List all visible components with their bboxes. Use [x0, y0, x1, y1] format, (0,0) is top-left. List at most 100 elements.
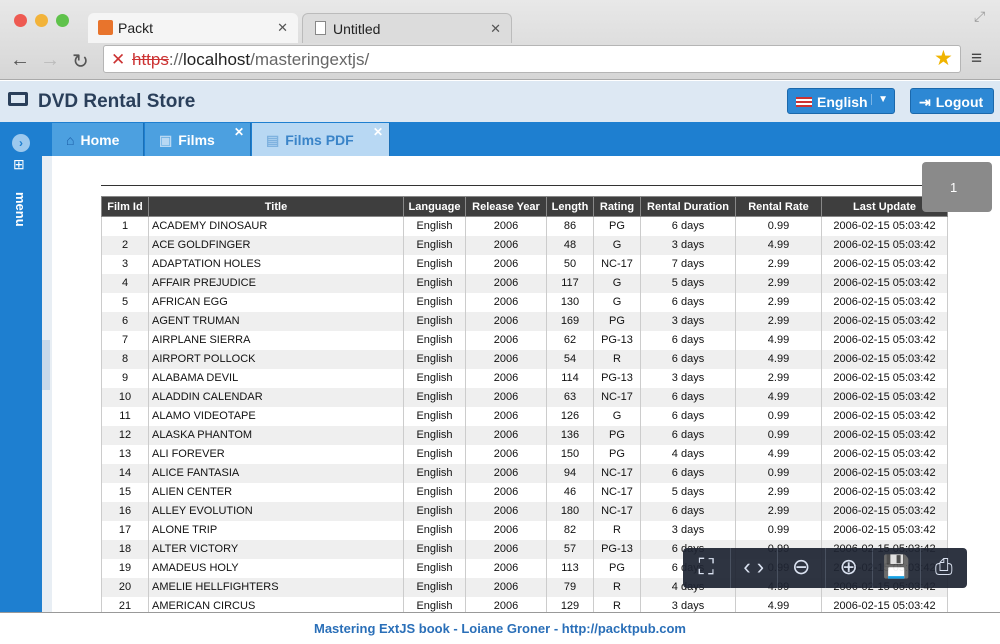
close-tab-icon[interactable]: ✕ [490, 21, 501, 37]
table-cell: G [593, 292, 641, 312]
table-row: 16 ALLEY EVOLUTION English 2006 180 NC-17 6 da… [101, 501, 948, 521]
close-tab-icon[interactable]: ✕ [234, 125, 244, 139]
table-cell: PG-13 [593, 368, 641, 388]
fit-width-icon[interactable]: ‹ › [731, 548, 778, 588]
table-cell: PG-13 [593, 330, 641, 350]
table-cell: R [593, 577, 641, 597]
zoom-in-icon[interactable]: ⊕ [826, 548, 873, 588]
table-row: 2 ACE GOLDFINGER English 2006 48 G 3 days 4.99 2… [101, 235, 948, 255]
table-cell: 2006-02-15 05:03:42 [821, 273, 948, 293]
language-button[interactable]: English ▼ [787, 88, 895, 114]
back-icon[interactable]: ← [10, 49, 30, 72]
table-cell: English [403, 558, 466, 578]
table-cell: 7 days [640, 254, 736, 274]
column-header: Rating [593, 196, 641, 217]
table-cell: AFRICAN EGG [148, 292, 404, 312]
table-cell: ALASKA PHANTOM [148, 425, 404, 445]
insecure-lock-icon: ✕ [111, 50, 126, 69]
table-cell: 2006 [465, 482, 547, 502]
home-icon: ⌂ [66, 132, 75, 148]
table-cell: R [593, 520, 641, 540]
table-cell: 129 [546, 596, 594, 612]
table-cell: G [593, 273, 641, 293]
save-icon[interactable]: 💾 [873, 548, 921, 588]
table-cell: 6 [101, 311, 149, 331]
table-cell: 19 [101, 558, 149, 578]
table-cell: AIRPORT POLLOCK [148, 349, 404, 369]
table-cell: ALONE TRIP [148, 520, 404, 540]
table-cell: English [403, 539, 466, 559]
table-cell: 2006 [465, 387, 547, 407]
url-sep: :// [168, 50, 184, 69]
table-cell: English [403, 368, 466, 388]
table-cell: 2006-02-15 05:03:42 [821, 406, 948, 426]
table-cell: 2.99 [735, 311, 822, 331]
table-cell: 2006 [465, 368, 547, 388]
table-cell: 2006-02-15 05:03:42 [821, 387, 948, 407]
close-tab-icon[interactable]: ✕ [277, 20, 288, 36]
print-icon[interactable]: ⎙ [921, 548, 968, 588]
table-cell: English [403, 406, 466, 426]
table-cell: ALIEN CENTER [148, 482, 404, 502]
table-cell: English [403, 596, 466, 612]
tab-films[interactable]: ▣ Films ✕ [145, 123, 251, 156]
logout-button[interactable]: ⇥ Logout [910, 88, 994, 114]
table-row: 13 ALI FOREVER English 2006 150 PG 4 days 4.99 2… [101, 444, 948, 464]
logout-icon: ⇥ [919, 94, 931, 110]
page-number: 1 [950, 180, 958, 195]
table-cell: 2006-02-15 05:03:42 [821, 368, 948, 388]
table-cell: AMERICAN CIRCUS [148, 596, 404, 612]
zoom-out-icon[interactable]: ⊖ [778, 548, 826, 588]
table-row: 6 AGENT TRUMAN English 2006 169 PG 3 days 2.99 2… [101, 311, 948, 331]
table-cell: 2006-02-15 05:03:42 [821, 311, 948, 331]
table-cell: ALTER VICTORY [148, 539, 404, 559]
bookmark-star-icon[interactable]: ★ [934, 46, 953, 71]
logout-label: Logout [935, 94, 984, 110]
fit-page-icon[interactable]: ⛶ [683, 548, 731, 588]
table-row: 8 AIRPORT POLLOCK English 2006 54 R 6 days 4.99… [101, 349, 948, 369]
page-icon [315, 21, 326, 35]
table-cell: 14 [101, 463, 149, 483]
browser-tab-untitled[interactable]: Untitled ✕ [302, 13, 512, 43]
forward-icon[interactable]: → [40, 49, 60, 72]
reload-icon[interactable]: ↻ [72, 49, 89, 74]
table-cell: 150 [546, 444, 594, 464]
table-cell: English [403, 444, 466, 464]
fullscreen-icon[interactable]: ⤢ [974, 8, 985, 25]
table-cell: AMADEUS HOLY [148, 558, 404, 578]
table-cell: English [403, 577, 466, 597]
url-host: localhost [183, 50, 251, 69]
table-cell: 2006-02-15 05:03:42 [821, 501, 948, 521]
table-cell: English [403, 216, 466, 236]
close-tab-icon[interactable]: ✕ [373, 125, 383, 139]
tab-films-pdf[interactable]: ▤ Films PDF ✕ [252, 123, 390, 156]
table-cell: 2006-02-15 05:03:42 [821, 463, 948, 483]
pdf-toolbar: ⛶ ‹ › ⊖ ⊕ 💾 ⎙ [683, 548, 967, 588]
zoom-window-button[interactable] [56, 14, 69, 27]
tab-home[interactable]: ⌂ Home [52, 123, 144, 156]
browser-tab-packt[interactable]: Packt ✕ [88, 13, 298, 43]
table-cell: 180 [546, 501, 594, 521]
table-cell: 4.99 [735, 235, 822, 255]
table-cell: NC-17 [593, 482, 641, 502]
expand-icon[interactable]: › [12, 134, 30, 152]
menu-sidebar[interactable]: › ⊞ menu [0, 122, 42, 612]
minimize-window-button[interactable] [35, 14, 48, 27]
table-cell: 2006 [465, 463, 547, 483]
pdf-viewer[interactable]: Film Id Title Language Release Year Length Ra… [52, 156, 1000, 612]
table-cell: R [593, 596, 641, 612]
splitter-handle[interactable] [42, 340, 50, 390]
close-window-button[interactable] [14, 14, 27, 27]
footer: Mastering ExtJS book - Loiane Groner - h… [0, 612, 1000, 644]
table-cell: 48 [546, 235, 594, 255]
address-bar[interactable]: ✕ https://localhost/masteringextjs/ [103, 45, 961, 73]
menu-icon[interactable]: ≡ [971, 48, 982, 70]
table-cell: 79 [546, 577, 594, 597]
table-cell: ADAPTATION HOLES [148, 254, 404, 274]
table-cell: 2006 [465, 254, 547, 274]
column-header: Language [403, 196, 466, 217]
table-cell: 3 days [640, 596, 736, 612]
table-cell: 2.99 [735, 273, 822, 293]
table-cell: R [593, 349, 641, 369]
table-cell: 2006 [465, 330, 547, 350]
